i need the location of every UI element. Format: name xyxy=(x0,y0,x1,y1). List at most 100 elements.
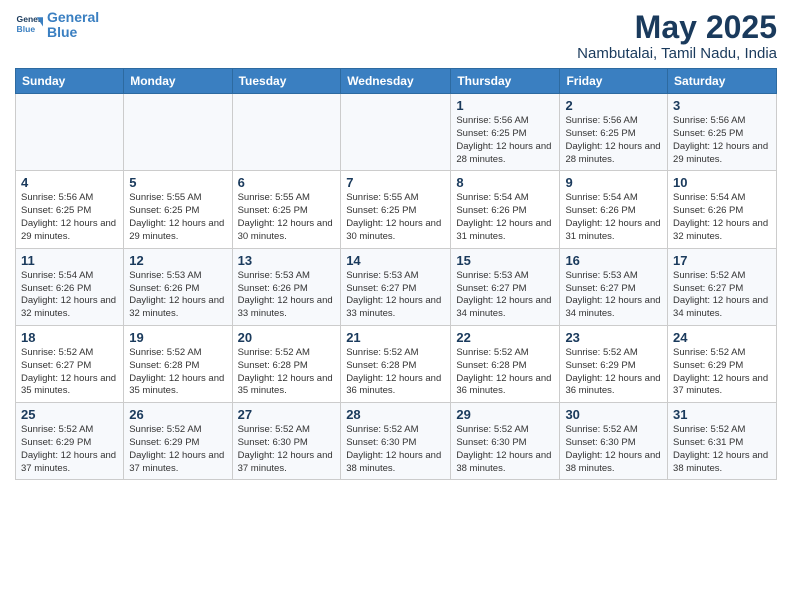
day-info: Sunrise: 5:52 AM Sunset: 6:30 PM Dayligh… xyxy=(565,424,662,475)
day-number: 2 xyxy=(565,98,662,113)
calendar-cell: 8 Sunrise: 5:54 AM Sunset: 6:26 PM Daylig… xyxy=(451,171,560,248)
calendar-cell: 28 Sunrise: 5:52 AM Sunset: 6:30 PM Dayli… xyxy=(341,403,451,480)
day-info: Sunrise: 5:52 AM Sunset: 6:28 PM Dayligh… xyxy=(346,347,445,398)
day-info: Sunrise: 5:54 AM Sunset: 6:26 PM Dayligh… xyxy=(456,192,554,243)
day-number: 1 xyxy=(456,98,554,113)
calendar-cell: 18 Sunrise: 5:52 AM Sunset: 6:27 PM Dayli… xyxy=(16,325,124,402)
day-number: 23 xyxy=(565,330,662,345)
day-number: 30 xyxy=(565,407,662,422)
location-title: Nambutalai, Tamil Nadu, India xyxy=(577,45,777,62)
day-info: Sunrise: 5:52 AM Sunset: 6:27 PM Dayligh… xyxy=(673,270,771,321)
calendar-cell: 25 Sunrise: 5:52 AM Sunset: 6:29 PM Dayli… xyxy=(16,403,124,480)
calendar-cell: 17 Sunrise: 5:52 AM Sunset: 6:27 PM Dayli… xyxy=(668,248,777,325)
calendar-cell: 7Sunrise: 5:55 AM Sunset: 6:25 PM Daylig… xyxy=(341,171,451,248)
day-number: 3 xyxy=(673,98,771,113)
calendar-cell: 27 Sunrise: 5:52 AM Sunset: 6:30 PM Dayli… xyxy=(232,403,341,480)
weekday-header-cell: Wednesday xyxy=(341,69,451,94)
day-number: 24 xyxy=(673,330,771,345)
day-info: Sunrise: 5:52 AM Sunset: 6:28 PM Dayligh… xyxy=(456,347,554,398)
day-number: 9 xyxy=(565,175,662,190)
calendar-cell: 24 Sunrise: 5:52 AM Sunset: 6:29 PM Dayli… xyxy=(668,325,777,402)
day-info: Sunrise: 5:53 AM Sunset: 6:27 PM Dayligh… xyxy=(565,270,662,321)
calendar-cell: 14Sunrise: 5:53 AM Sunset: 6:27 PM Dayli… xyxy=(341,248,451,325)
calendar-cell xyxy=(16,94,124,171)
weekday-header-cell: Monday xyxy=(124,69,232,94)
day-info: Sunrise: 5:55 AM Sunset: 6:25 PM Dayligh… xyxy=(129,192,226,243)
day-info: Sunrise: 5:56 AM Sunset: 6:25 PM Dayligh… xyxy=(456,115,554,166)
logo-line1: General xyxy=(47,9,99,25)
calendar-cell: 23Sunrise: 5:52 AM Sunset: 6:29 PM Dayli… xyxy=(560,325,668,402)
calendar-cell: 4 Sunrise: 5:56 AM Sunset: 6:25 PM Daylig… xyxy=(16,171,124,248)
day-number: 22 xyxy=(456,330,554,345)
day-number: 28 xyxy=(346,407,445,422)
day-number: 25 xyxy=(21,407,118,422)
header: General Blue General Blue May 2025 Nambu… xyxy=(15,10,777,62)
day-number: 29 xyxy=(456,407,554,422)
day-number: 5 xyxy=(129,175,226,190)
calendar-cell: 22 Sunrise: 5:52 AM Sunset: 6:28 PM Dayli… xyxy=(451,325,560,402)
calendar-cell: 19 Sunrise: 5:52 AM Sunset: 6:28 PM Dayli… xyxy=(124,325,232,402)
day-info: Sunrise: 5:53 AM Sunset: 6:27 PM Dayligh… xyxy=(456,270,554,321)
calendar-cell: 26Sunrise: 5:52 AM Sunset: 6:29 PM Dayli… xyxy=(124,403,232,480)
day-info: Sunrise: 5:56 AM Sunset: 6:25 PM Dayligh… xyxy=(565,115,662,166)
day-number: 26 xyxy=(129,407,226,422)
day-number: 20 xyxy=(238,330,336,345)
calendar-cell: 10Sunrise: 5:54 AM Sunset: 6:26 PM Dayli… xyxy=(668,171,777,248)
day-info: Sunrise: 5:52 AM Sunset: 6:30 PM Dayligh… xyxy=(238,424,336,475)
calendar-cell: 2 Sunrise: 5:56 AM Sunset: 6:25 PM Daylig… xyxy=(560,94,668,171)
weekday-header-cell: Thursday xyxy=(451,69,560,94)
day-number: 8 xyxy=(456,175,554,190)
calendar-cell xyxy=(341,94,451,171)
day-number: 21 xyxy=(346,330,445,345)
day-number: 16 xyxy=(565,253,662,268)
day-info: Sunrise: 5:52 AM Sunset: 6:28 PM Dayligh… xyxy=(238,347,336,398)
day-info: Sunrise: 5:52 AM Sunset: 6:29 PM Dayligh… xyxy=(21,424,118,475)
calendar-cell: 30 Sunrise: 5:52 AM Sunset: 6:30 PM Dayli… xyxy=(560,403,668,480)
calendar-week-row: 1 Sunrise: 5:56 AM Sunset: 6:25 PM Daylig… xyxy=(16,94,777,171)
logo-icon: General Blue xyxy=(15,11,43,39)
day-info: Sunrise: 5:52 AM Sunset: 6:29 PM Dayligh… xyxy=(673,347,771,398)
day-number: 31 xyxy=(673,407,771,422)
logo: General Blue General Blue xyxy=(15,10,99,41)
calendar-week-row: 18 Sunrise: 5:52 AM Sunset: 6:27 PM Dayli… xyxy=(16,325,777,402)
day-info: Sunrise: 5:54 AM Sunset: 6:26 PM Dayligh… xyxy=(565,192,662,243)
day-number: 15 xyxy=(456,253,554,268)
day-info: Sunrise: 5:56 AM Sunset: 6:25 PM Dayligh… xyxy=(21,192,118,243)
weekday-header-cell: Tuesday xyxy=(232,69,341,94)
day-info: Sunrise: 5:53 AM Sunset: 6:26 PM Dayligh… xyxy=(129,270,226,321)
day-number: 4 xyxy=(21,175,118,190)
calendar-cell: 29 Sunrise: 5:52 AM Sunset: 6:30 PM Dayli… xyxy=(451,403,560,480)
day-info: Sunrise: 5:52 AM Sunset: 6:30 PM Dayligh… xyxy=(346,424,445,475)
day-number: 12 xyxy=(129,253,226,268)
weekday-header-row: SundayMondayTuesdayWednesdayThursdayFrid… xyxy=(16,69,777,94)
calendar-cell: 5 Sunrise: 5:55 AM Sunset: 6:25 PM Daylig… xyxy=(124,171,232,248)
logo-text: General Blue xyxy=(47,10,99,41)
calendar-cell: 1 Sunrise: 5:56 AM Sunset: 6:25 PM Daylig… xyxy=(451,94,560,171)
day-number: 17 xyxy=(673,253,771,268)
day-number: 19 xyxy=(129,330,226,345)
day-info: Sunrise: 5:54 AM Sunset: 6:26 PM Dayligh… xyxy=(21,270,118,321)
day-number: 18 xyxy=(21,330,118,345)
day-info: Sunrise: 5:54 AM Sunset: 6:26 PM Dayligh… xyxy=(673,192,771,243)
calendar-cell: 21 Sunrise: 5:52 AM Sunset: 6:28 PM Dayli… xyxy=(341,325,451,402)
calendar-cell: 20 Sunrise: 5:52 AM Sunset: 6:28 PM Dayli… xyxy=(232,325,341,402)
weekday-header-cell: Friday xyxy=(560,69,668,94)
day-info: Sunrise: 5:52 AM Sunset: 6:27 PM Dayligh… xyxy=(21,347,118,398)
calendar-body: 1 Sunrise: 5:56 AM Sunset: 6:25 PM Daylig… xyxy=(16,94,777,480)
day-info: Sunrise: 5:55 AM Sunset: 6:25 PM Dayligh… xyxy=(238,192,336,243)
title-block: May 2025 Nambutalai, Tamil Nadu, India xyxy=(577,10,777,62)
calendar-week-row: 25 Sunrise: 5:52 AM Sunset: 6:29 PM Dayli… xyxy=(16,403,777,480)
day-number: 6 xyxy=(238,175,336,190)
calendar-cell: 15 Sunrise: 5:53 AM Sunset: 6:27 PM Dayli… xyxy=(451,248,560,325)
day-info: Sunrise: 5:52 AM Sunset: 6:30 PM Dayligh… xyxy=(456,424,554,475)
day-info: Sunrise: 5:52 AM Sunset: 6:31 PM Dayligh… xyxy=(673,424,771,475)
day-number: 14 xyxy=(346,253,445,268)
day-info: Sunrise: 5:53 AM Sunset: 6:26 PM Dayligh… xyxy=(238,270,336,321)
month-title: May 2025 xyxy=(577,10,777,45)
calendar-cell: 6 Sunrise: 5:55 AM Sunset: 6:25 PM Daylig… xyxy=(232,171,341,248)
logo-line2: Blue xyxy=(47,24,77,40)
weekday-header-cell: Sunday xyxy=(16,69,124,94)
calendar-week-row: 11Sunrise: 5:54 AM Sunset: 6:26 PM Dayli… xyxy=(16,248,777,325)
day-info: Sunrise: 5:52 AM Sunset: 6:28 PM Dayligh… xyxy=(129,347,226,398)
day-number: 27 xyxy=(238,407,336,422)
